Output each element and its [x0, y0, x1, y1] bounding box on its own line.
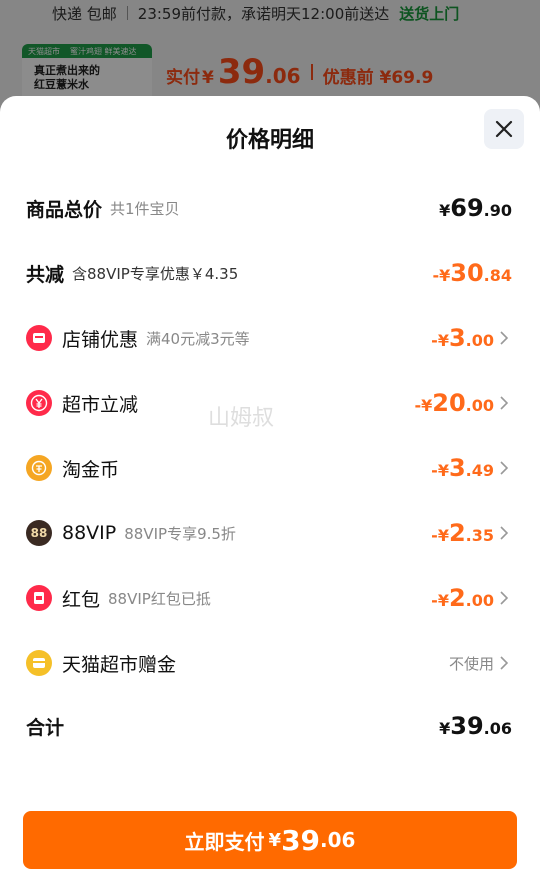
- watermark: 山姆叔: [208, 406, 275, 431]
- row-amount: ¥69.90: [439, 194, 512, 222]
- row-sum: 合计 ¥39.06: [0, 701, 540, 751]
- row-amount: ¥39.06: [439, 712, 512, 740]
- pay-button-decimal: .06: [320, 828, 356, 852]
- close-icon: [495, 120, 513, 138]
- row-store-discount[interactable]: 店铺优惠 满40元减3元等 -¥ 3.00: [0, 313, 540, 363]
- row-label: 商品总价: [26, 198, 103, 221]
- chevron-right-icon: [500, 395, 512, 411]
- chevron-right-icon: [500, 525, 512, 541]
- row-label: 天猫超市赠金: [62, 653, 177, 676]
- row-88vip[interactable]: 88 88VIP 88VIP专享9.5折 -¥ 2.35: [0, 508, 540, 558]
- vip88-icon: 88: [26, 520, 52, 546]
- pay-button-integer: 39: [281, 823, 321, 857]
- row-gift-balance[interactable]: 天猫超市赠金 不使用: [0, 638, 540, 688]
- amount-sign: -¥: [431, 461, 449, 480]
- chevron-right-icon: [500, 655, 512, 671]
- row-amount: -¥ 3.00: [431, 324, 494, 352]
- yuan-icon: [26, 390, 52, 416]
- row-label: 合计: [26, 716, 65, 739]
- amount-integer: 30: [450, 259, 484, 287]
- amount-sign: -¥: [414, 396, 433, 415]
- row-label: 淘金币: [62, 458, 120, 481]
- price-detail-sheet: 价格明细 商品总价 共1件宝贝 ¥69.90 共减 含88VIP专享优惠￥4.3…: [0, 96, 540, 891]
- row-sublabel: 满40元减3元等: [146, 329, 250, 348]
- amount-sign: -¥: [431, 331, 449, 350]
- coin-icon: [26, 455, 52, 481]
- chevron-right-icon: [500, 460, 512, 476]
- amount-integer: 3: [448, 324, 466, 352]
- pay-now-button[interactable]: 立即支付 ¥ 39 .06: [23, 811, 517, 869]
- chevron-right-icon: [500, 590, 512, 606]
- row-sublabel: 88VIP专享9.5折: [124, 524, 236, 543]
- row-label: 共减: [26, 263, 65, 286]
- amount-decimal: .84: [483, 266, 512, 285]
- amount-decimal: .35: [465, 526, 494, 545]
- amount-sign: -¥: [431, 591, 449, 610]
- amount-decimal: .00: [465, 331, 494, 350]
- amount-sign: -¥: [431, 526, 449, 545]
- pay-button-currency: ¥: [268, 829, 282, 851]
- row-sublabel: 88VIP红包已抵: [108, 589, 211, 608]
- chevron-right-icon: [500, 330, 512, 346]
- row-label: 超市立减: [62, 393, 139, 416]
- row-total-reduction: 共减 含88VIP专享优惠￥4.35 -¥ 30.84: [0, 248, 540, 298]
- red-packet-icon: [26, 585, 52, 611]
- row-amount: -¥ 30.84: [432, 259, 512, 287]
- amount-decimal: .90: [483, 201, 512, 220]
- gift-card-icon: [26, 650, 52, 676]
- row-amount: -¥ 2.00: [431, 584, 494, 612]
- row-sublabel: 含88VIP专享优惠￥4.35: [72, 264, 239, 283]
- amount-decimal: .00: [465, 396, 494, 415]
- amount-integer: 3: [448, 454, 466, 482]
- amount-sign: ¥: [439, 201, 451, 220]
- amount-integer: 39: [450, 712, 484, 740]
- amount-integer: 2: [448, 519, 466, 547]
- row-amount: -¥ 3.49: [431, 454, 494, 482]
- row-label: 店铺优惠: [62, 328, 139, 351]
- row-sublabel: 共1件宝贝: [110, 199, 180, 218]
- row-red-packet[interactable]: 红包 88VIP红包已抵 -¥ 2.00: [0, 573, 540, 623]
- amount-decimal: .49: [465, 461, 494, 480]
- amount-decimal: .00: [465, 591, 494, 610]
- row-taojinbi[interactable]: 淘金币 -¥ 3.49: [0, 443, 540, 493]
- amount-decimal: .06: [483, 719, 512, 738]
- amount-integer: 20: [432, 389, 466, 417]
- amount-sign: ¥: [439, 719, 451, 738]
- pay-button-label: 立即支付: [184, 829, 265, 854]
- row-amount: -¥ 20.00: [414, 389, 494, 417]
- amount-sign: -¥: [432, 266, 451, 285]
- close-button[interactable]: [484, 109, 524, 149]
- row-value: 不使用: [448, 654, 494, 673]
- row-label: 88VIP: [62, 522, 117, 544]
- amount-integer: 2: [448, 584, 466, 612]
- row-amount: -¥ 2.35: [431, 519, 494, 547]
- amount-integer: 69: [450, 194, 484, 222]
- store-coupon-icon: [26, 325, 52, 351]
- row-item-total: 商品总价 共1件宝贝 ¥69.90: [0, 183, 540, 233]
- sheet-title: 价格明细: [225, 128, 314, 153]
- row-label: 红包: [62, 588, 101, 611]
